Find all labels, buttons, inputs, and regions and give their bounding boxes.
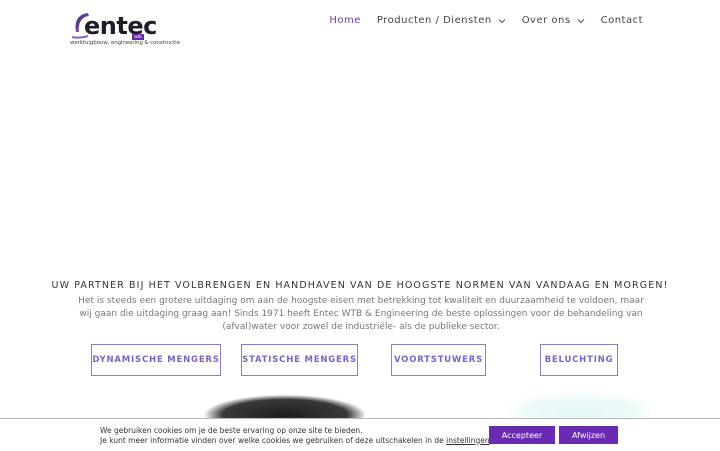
nav-item-over-ons[interactable]: Over ons [522,15,585,26]
voortstuwers-button[interactable]: VOORTSTUWERS [391,344,486,376]
logo-tagline: werktuigbouw, engineering & constructie [70,40,180,46]
chevron-down-icon [577,18,584,23]
accept-cookies-button[interactable]: Accepteer [489,426,555,444]
nav-item-label: Over ons [521,15,571,26]
reject-cookies-button[interactable]: Afwijzen [559,426,618,444]
main-nav: Home Producten / Diensten Over ons Conta… [313,15,643,26]
cookie-message: We gebruiken cookies om je de beste erva… [100,426,492,445]
nav-item-label: Producten / Diensten [376,15,492,26]
hero-headline: UW PARTNER BIJ HET VOLBRENGEN EN HANDHAV… [51,280,669,291]
chevron-down-icon [498,18,506,23]
site-logo[interactable]: entec wtb werktuigbouw, engineering & co… [70,10,180,48]
cookie-settings-link[interactable]: instellingen [446,436,489,445]
cookie-banner: We gebruiken cookies om je de beste erva… [0,418,720,451]
beluchting-button[interactable]: BELUCHTING [540,344,618,376]
dynamische-mengers-button[interactable]: DYNAMISCHE MENGERS [91,344,221,376]
hero-intro: Het is steeds een grotere uitdaging om a… [78,296,644,332]
cookie-line-2: Je kunt meer informatie vinden over welk… [100,436,492,446]
logo-wordmark: entec [84,12,157,40]
nav-item-contact[interactable]: Contact [601,15,643,26]
cookie-line-1: We gebruiken cookies om je de beste erva… [100,426,363,435]
nav-item-producten-diensten[interactable]: Producten / Diensten [377,15,506,26]
nav-item-label: Contact [600,15,643,26]
nav-item-label: Home [329,15,361,26]
cookie-line-2-text: Je kunt meer informatie vinden over welk… [100,435,447,445]
statische-mengers-button[interactable]: STATISCHE MENGERS [241,344,358,376]
nav-item-home[interactable]: Home [329,15,361,26]
